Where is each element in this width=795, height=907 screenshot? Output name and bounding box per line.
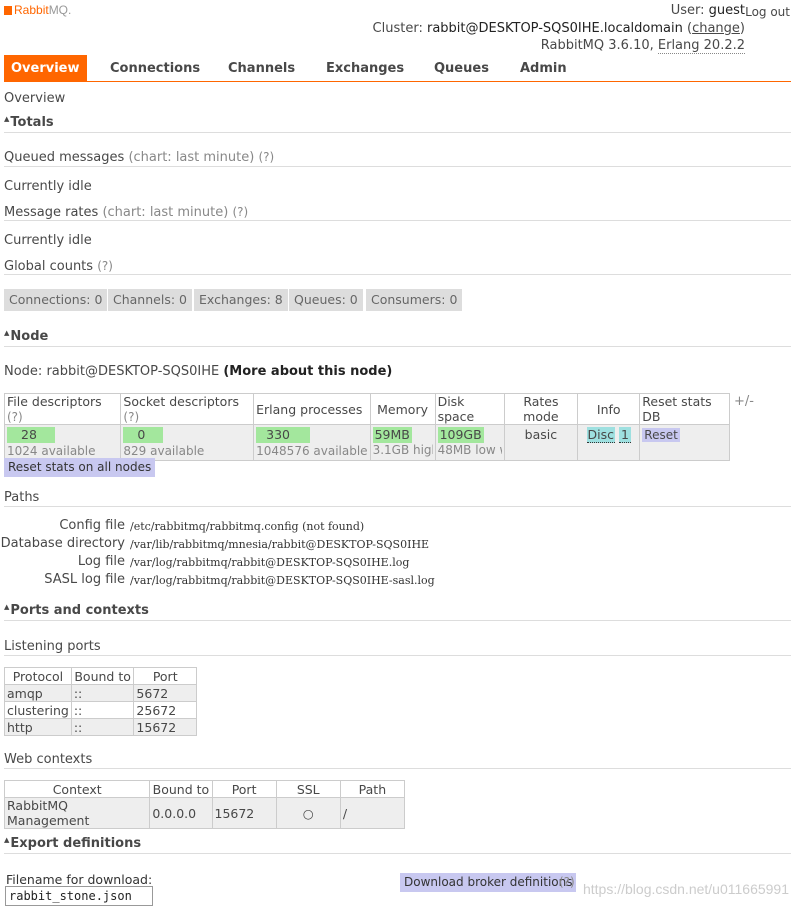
queued-help[interactable]: (?) (258, 150, 274, 164)
listening-ports-table: Protocol Bound to Port amqp:: 5672 cluste… (4, 667, 197, 736)
erlang-version: Erlang 20.2.2 (657, 38, 745, 54)
table-row: http:: 15672 (4, 718, 197, 736)
logout-link[interactable]: Log out (745, 5, 790, 19)
queued-chart-link[interactable]: (chart: last minute) (128, 150, 254, 165)
global-help[interactable]: (?) (97, 259, 113, 273)
socket-descriptors-cell: 0 829 available (120, 424, 255, 461)
web-contexts-table: Context Bound to Port SSL Path RabbitMQ … (3, 780, 406, 829)
export-section-header[interactable]: ▲Export definitions (4, 836, 791, 854)
tab-channels[interactable]: Channels (228, 55, 295, 82)
table-row: amqp:: 5672 (4, 684, 197, 702)
reset-all-stats-button[interactable]: Reset stats on all nodes (4, 458, 156, 477)
rabbit-logo-icon (4, 6, 12, 15)
tab-queues[interactable]: Queues (434, 55, 489, 82)
col-socket-descriptors: Socket descriptors (?) (120, 393, 255, 425)
tab-connections[interactable]: Connections (110, 55, 200, 82)
database-directory-path: /var/lib/rabbitmq/mnesia/rabbit@DESKTOP-… (130, 538, 430, 551)
collapse-icon: ▲ (4, 329, 10, 337)
watermark: https://blog.csdn.net/u011665991 (582, 881, 789, 897)
global-counts: Connections: 0 Channels: 0 Exchanges: 8 … (4, 289, 464, 311)
node-table: File descriptors (?) Socket descriptors … (3, 393, 730, 461)
disc-count-badge: 1 (619, 427, 631, 443)
paths-table: Config file /etc/rabbitmq/rabbitmq.confi… (0, 518, 435, 587)
ports-section-header[interactable]: ▲Ports and contexts (4, 603, 791, 621)
filename-label: Filename for download: (6, 872, 153, 887)
collapse-icon: ▲ (4, 836, 10, 844)
node-name-row: Node: rabbit@DESKTOP-SQS0IHE (More about… (4, 364, 393, 379)
rabbitmq-logo[interactable]: RabbitMQ. (4, 3, 71, 17)
count-connections[interactable]: Connections: 0 (4, 289, 108, 311)
version-info: RabbitMQ 3.6.10, Erlang 20.2.2 (540, 38, 745, 54)
log-file-path: /var/log/rabbitmq/rabbit@DESKTOP-SQS0IHE… (130, 556, 410, 569)
tab-admin[interactable]: Admin (520, 55, 567, 82)
col-file-descriptors: File descriptors (?) (3, 393, 122, 425)
listening-ports-label: Listening ports (4, 639, 791, 656)
disk-space-cell: 109GB 48MB low watermark (434, 424, 505, 461)
cluster-change-link[interactable]: change (692, 21, 740, 36)
rates-status: Currently idle (4, 233, 92, 248)
ssl-off-icon: ○ (275, 797, 341, 829)
col-rates-mode: Rates mode (503, 393, 579, 425)
download-definitions-button[interactable]: Download broker definitions (400, 873, 577, 892)
totals-section-header[interactable]: ▲Totals (4, 115, 791, 133)
message-rates-row: Message rates (chart: last minute) (?) (4, 205, 791, 221)
rates-chart-link[interactable]: (chart: last minute) (102, 205, 228, 220)
erlang-processes-cell: 330 1048576 available (253, 424, 371, 461)
collapse-icon: ▲ (4, 603, 10, 611)
main-nav: Overview Connections Channels Exchanges … (4, 55, 791, 82)
user-info: User: guest (670, 3, 745, 18)
node-section-header[interactable]: ▲Node (4, 329, 791, 347)
memory-cell: 59MB 3.1GB high watermark (369, 424, 436, 461)
count-exchanges[interactable]: Exchanges: 8 (194, 289, 288, 311)
rates-help[interactable]: (?) (232, 205, 248, 219)
sasl-log-file-path: /var/log/rabbitmq/rabbit@DESKTOP-SQS0IHE… (130, 574, 435, 587)
col-info: Info (577, 393, 641, 425)
col-disk-space: Disk space (434, 393, 505, 425)
reset-stats-cell: Reset (639, 424, 730, 461)
count-queues[interactable]: Queues: 0 (289, 289, 363, 311)
col-memory: Memory (369, 393, 436, 425)
tab-overview[interactable]: Overview (4, 55, 87, 82)
table-row: RabbitMQ Management 0.0.0.0 15672 ○ / (3, 797, 406, 829)
disc-badge: Disc (586, 427, 616, 443)
page-title: Overview (4, 91, 66, 106)
count-channels[interactable]: Channels: 0 (108, 289, 192, 311)
file-descriptors-cell: 28 1024 available (3, 424, 122, 461)
download-help[interactable]: (?) (559, 875, 575, 889)
cluster-info: Cluster: rabbit@DESKTOP-SQS0IHE.localdom… (372, 21, 745, 36)
collapse-icon: ▲ (4, 115, 10, 123)
table-row: clustering:: 25672 (4, 701, 197, 719)
info-cell: Disc 1 (577, 424, 641, 461)
tab-exchanges[interactable]: Exchanges (326, 55, 404, 82)
rates-mode-cell: basic (503, 424, 579, 461)
col-reset-stats-db: Reset stats DB (639, 393, 730, 425)
columns-toggle[interactable]: +/- (734, 394, 754, 409)
paths-label: Paths (4, 490, 791, 507)
web-contexts-label: Web contexts (4, 752, 791, 769)
queued-messages-row: Queued messages (chart: last minute) (?) (4, 150, 791, 167)
queued-status: Currently idle (4, 179, 92, 194)
config-file-path: /etc/rabbitmq/rabbitmq.config (not found… (130, 520, 365, 533)
count-consumers[interactable]: Consumers: 0 (366, 289, 463, 311)
reset-node-stats-button[interactable]: Reset (642, 428, 680, 442)
more-about-node-link[interactable]: (More about this node) (223, 364, 392, 379)
col-erlang-processes: Erlang processes (253, 393, 371, 425)
global-counts-row: Global counts (?) (4, 259, 791, 275)
filename-input[interactable]: rabbit_stone.json (5, 886, 153, 906)
